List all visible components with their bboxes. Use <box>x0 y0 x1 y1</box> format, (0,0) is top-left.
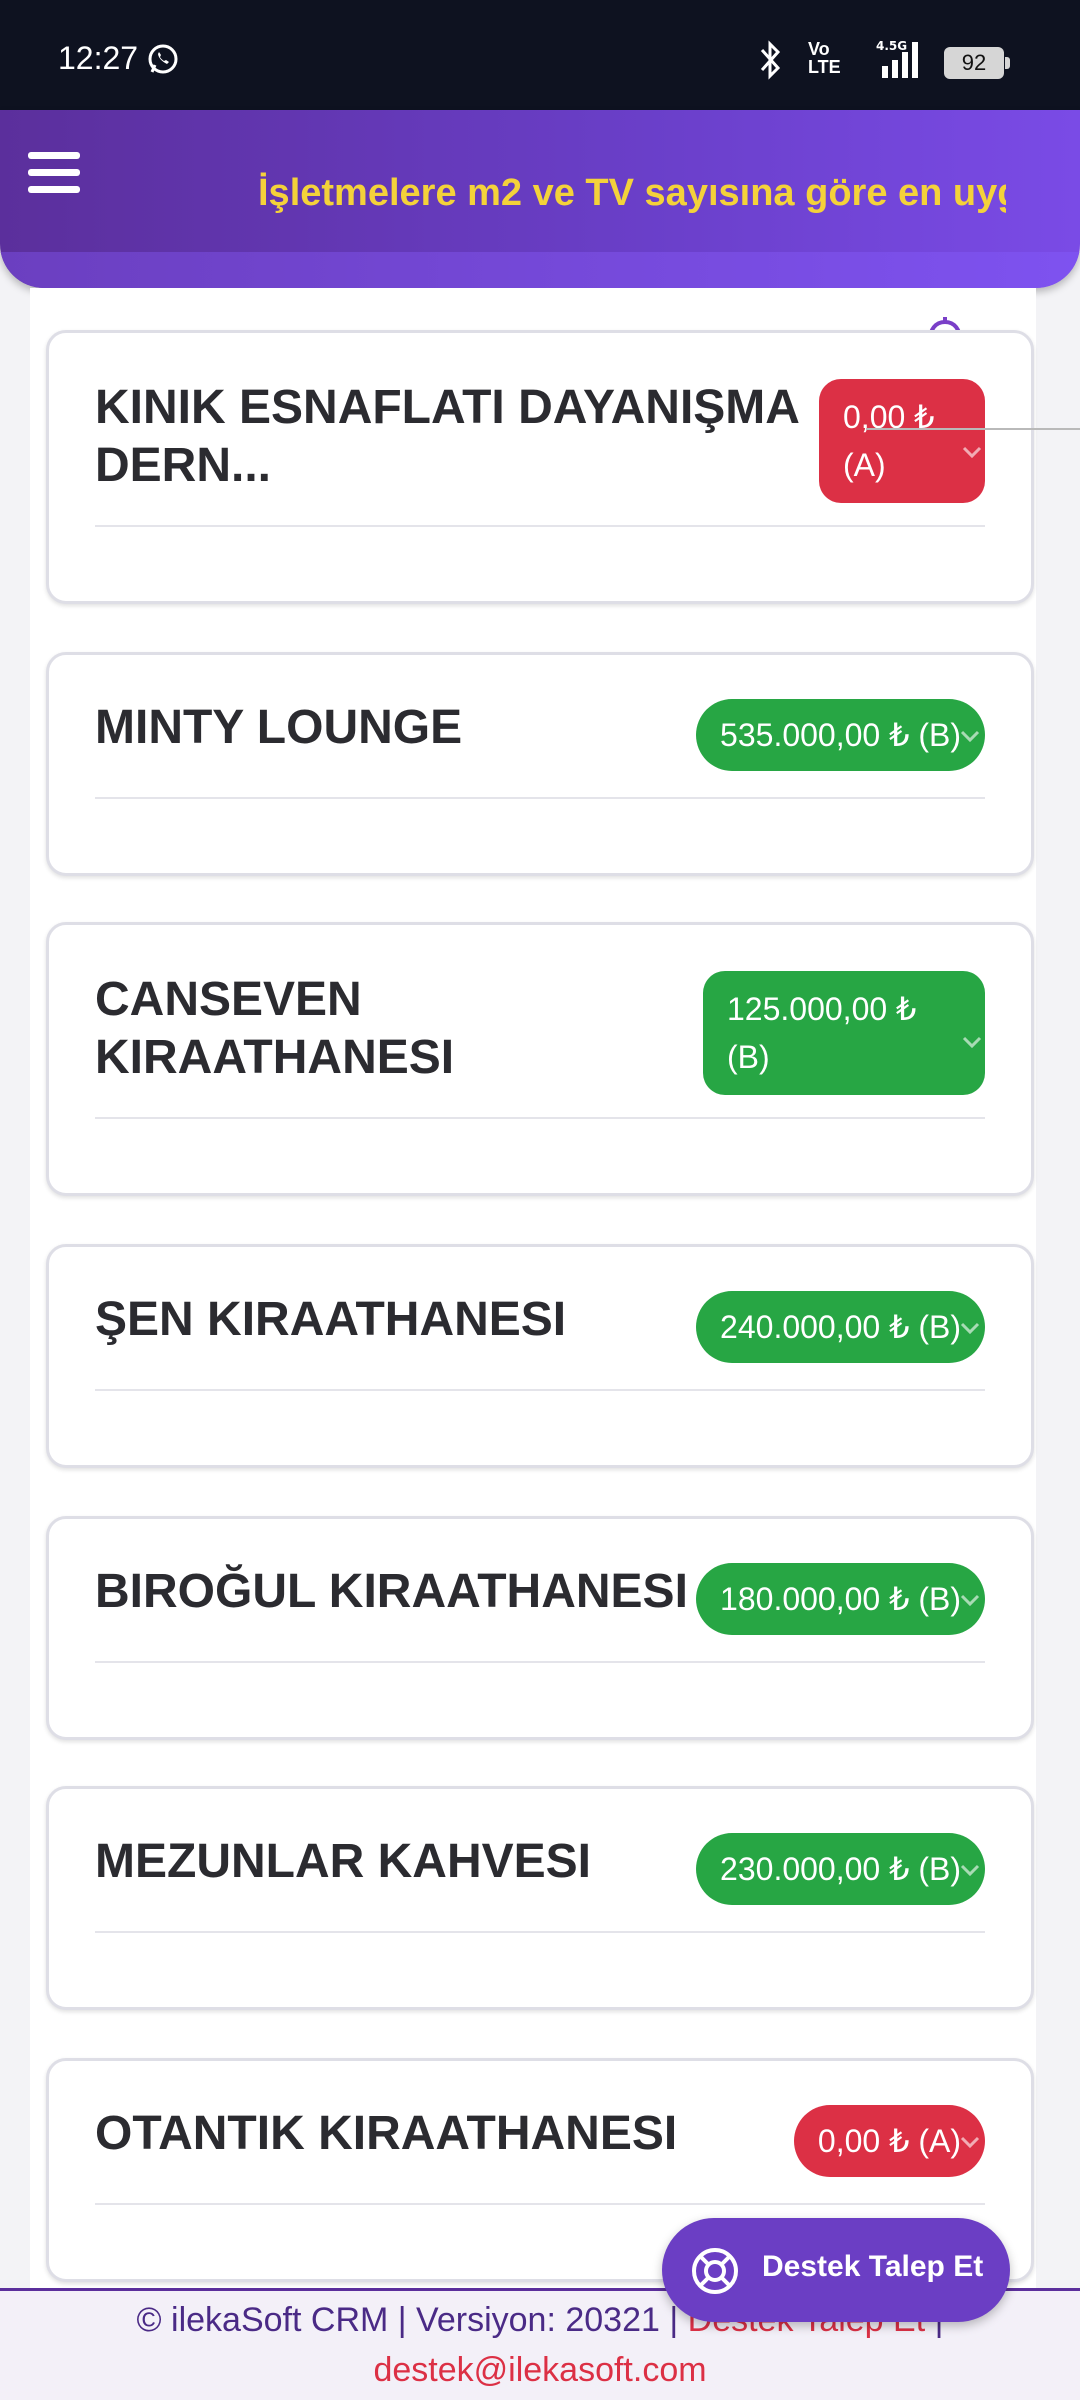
list-item[interactable]: MEZUNLAR KAHVESI 230.000,00 ₺ (B) <box>46 1786 1034 2010</box>
network-type: 4.5G <box>876 39 907 53</box>
chevron-down-icon <box>962 446 982 459</box>
status-bar: 12:27 Vo LTE 4.5G 92 <box>0 0 1080 110</box>
bluetooth-icon <box>760 40 781 80</box>
chevron-down-icon <box>960 2136 980 2149</box>
whatsapp-icon <box>148 44 178 74</box>
business-name: MEZUNLAR KAHVESI <box>95 1835 592 1888</box>
status-badge[interactable]: 240.000,00 ₺ (B) <box>696 1291 985 1363</box>
support-button-label: Destek Talep Et <box>762 2250 984 2283</box>
lifebuoy-icon <box>692 2248 738 2294</box>
signal-icon: 4.5G <box>876 39 918 78</box>
business-name: OTANTIK KIRAATHANESI <box>95 2107 678 2160</box>
status-badge[interactable]: 125.000,00 ₺ (B) <box>703 971 985 1095</box>
divider <box>95 1389 985 1391</box>
app-header: İşletmelere m2 ve TV sayısına göre en uy… <box>0 110 1080 288</box>
business-name: ŞEN KIRAATHANESI <box>95 1293 567 1346</box>
divider <box>95 797 985 799</box>
support-request-button[interactable]: Destek Talep Et <box>662 2218 1010 2322</box>
chevron-down-icon <box>960 1864 980 1877</box>
divider <box>95 1117 985 1119</box>
divider <box>95 1661 985 1663</box>
chevron-down-icon <box>960 1322 980 1335</box>
divider <box>95 525 985 527</box>
business-name: CANSEVEN KIRAATHANESI <box>95 973 455 1084</box>
business-name: MINTY LOUNGE <box>95 701 463 754</box>
list-item[interactable]: BIROĞUL KIRAATHANESI 180.000,00 ₺ (B) <box>46 1516 1034 1740</box>
battery-icon: 92 <box>944 47 1010 79</box>
status-time: 12:27 <box>58 40 139 76</box>
hamburger-icon[interactable] <box>28 152 80 198</box>
business-name: KINIK ESNAFLATI DAYANIŞMA DERN... <box>95 381 799 492</box>
list-item[interactable]: ŞEN KIRAATHANESI 240.000,00 ₺ (B) <box>46 1244 1034 1468</box>
status-badge[interactable]: 0,00 ₺ (A) <box>819 379 985 503</box>
divider <box>95 2203 985 2205</box>
business-name: BIROĞUL KIRAATHANESI <box>95 1565 688 1618</box>
announcement-marquee: İşletmelere m2 ve TV sayısına göre en uy… <box>258 172 1006 214</box>
list-item[interactable]: KINIK ESNAFLATI DAYANIŞMA DERN... 0,00 ₺… <box>46 330 1034 604</box>
chevron-down-icon <box>962 1036 982 1049</box>
status-badge[interactable]: 180.000,00 ₺ (B) <box>696 1563 985 1635</box>
volte-icon: Vo LTE <box>808 39 841 77</box>
status-badge[interactable]: 0,00 ₺ (A) <box>793 2105 985 2177</box>
chevron-down-icon <box>960 1594 980 1607</box>
footer-email-link[interactable]: destek@ilekasoft.com <box>0 2351 1080 2390</box>
divider <box>95 1931 985 1933</box>
status-badge[interactable]: 230.000,00 ₺ (B) <box>696 1833 985 1905</box>
status-badge[interactable]: 535.000,00 ₺ (B) <box>696 699 985 771</box>
divider <box>866 428 1080 430</box>
list-item[interactable]: MINTY LOUNGE 535.000,00 ₺ (B) <box>46 652 1034 876</box>
list-item[interactable]: CANSEVEN KIRAATHANESI 125.000,00 ₺ (B) <box>46 922 1034 1196</box>
chevron-down-icon <box>960 730 980 743</box>
